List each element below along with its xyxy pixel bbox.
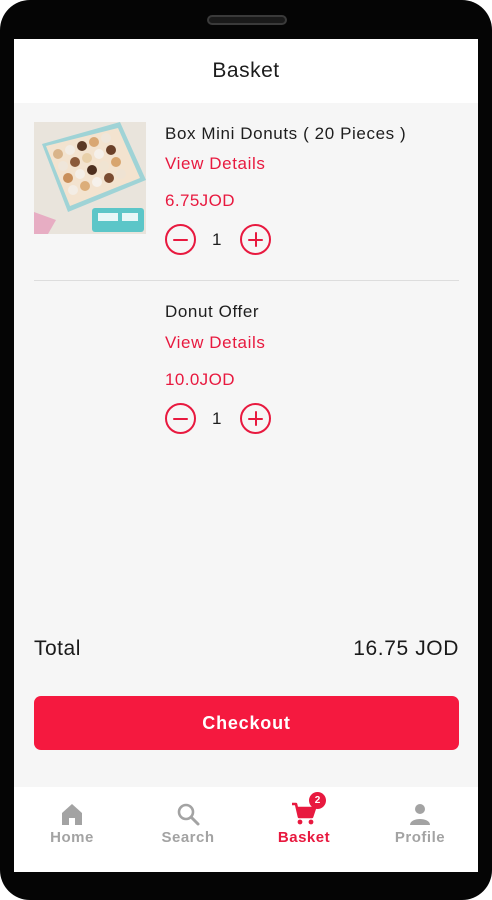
view-details-link[interactable]: View Details	[165, 154, 265, 174]
product-image[interactable]	[34, 122, 146, 234]
tab-basket[interactable]: 2 Basket	[246, 787, 362, 872]
item-name: Box Mini Donuts ( 20 Pieces )	[165, 124, 407, 143]
phone-speaker	[207, 15, 287, 25]
total-value: 16.75 JOD	[353, 637, 459, 660]
home-icon	[62, 804, 82, 825]
page-title: Basket	[212, 59, 280, 82]
tab-profile[interactable]: Profile	[362, 787, 478, 872]
app-screen: Basket Box Mini Donuts (20 Pieces) Vie…	[14, 39, 478, 872]
increase-quantity-button[interactable]	[240, 403, 271, 434]
view-details-link[interactable]: View Details	[165, 333, 265, 353]
tab-label: Profile	[394, 829, 446, 846]
tab-home[interactable]: Home	[14, 787, 130, 872]
tab-search[interactable]: Search	[130, 787, 246, 872]
tab-label: Basket	[277, 829, 331, 846]
decrease-quantity-button[interactable]	[165, 224, 196, 255]
bottom-tab-bar: Home Search 2 Basket Profile	[14, 787, 478, 872]
quantity-stepper: 1	[165, 224, 275, 256]
minus-icon	[173, 417, 188, 420]
total-label: Total	[34, 637, 81, 660]
total-row: Total 16.75 JOD	[34, 637, 459, 665]
search-icon	[177, 803, 200, 826]
phone-frame: Basket Box Mini Donuts (20 Pieces) Vie…	[0, 0, 492, 900]
checkout-button[interactable]: Checkout	[34, 696, 459, 750]
quantity-stepper: 1	[165, 403, 275, 435]
minus-icon	[173, 238, 188, 241]
item-price: 10.0JOD	[165, 370, 235, 389]
item-divider	[34, 280, 459, 281]
checkout-label: Checkout	[202, 712, 291, 733]
tab-label: Home	[50, 829, 94, 846]
quantity-value: 1	[212, 230, 222, 249]
tab-label: Search	[161, 829, 215, 846]
cart-count-badge: 2	[309, 792, 326, 809]
item-price: 6.75JOD	[165, 191, 235, 210]
item-name: Donut Offer	[165, 302, 260, 321]
decrease-quantity-button[interactable]	[165, 403, 196, 434]
header-bar: Basket	[14, 39, 478, 103]
person-icon	[410, 804, 430, 825]
plus-icon-vertical	[254, 411, 257, 426]
quantity-value: 1	[212, 409, 222, 428]
plus-icon-vertical	[254, 232, 257, 247]
increase-quantity-button[interactable]	[240, 224, 271, 255]
